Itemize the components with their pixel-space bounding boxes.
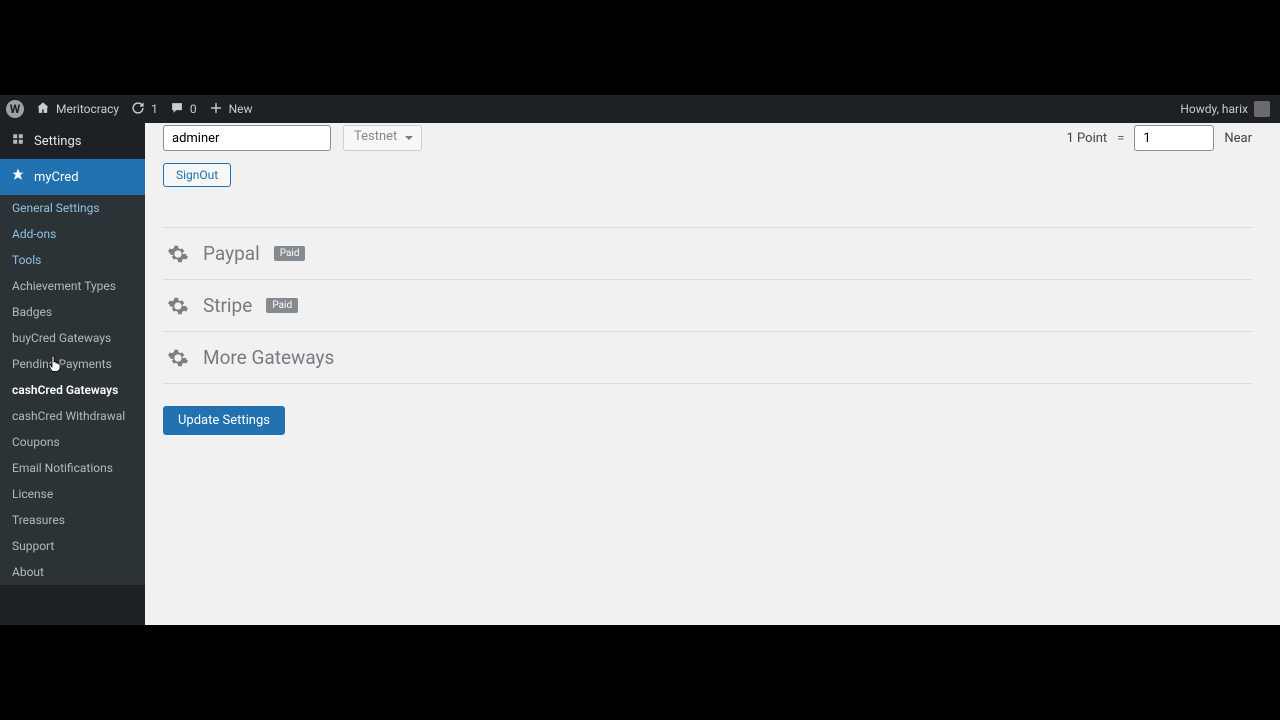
equals-sign: = — [1117, 131, 1124, 146]
account-link[interactable]: Howdy, harix — [1180, 101, 1270, 117]
exchange-rate-input[interactable] — [1134, 125, 1214, 151]
sidebar-subitem[interactable]: Tools — [0, 247, 145, 273]
network-select[interactable]: Testnet — [343, 125, 422, 151]
exchange-rate-row: 1 Point = Near — [1067, 125, 1252, 151]
exchange-currency: Near — [1224, 131, 1252, 146]
admin-sidebar: Settings myCred General SettingsAdd-onsT… — [0, 123, 145, 625]
main-content: Testnet 1 Point = Near SignOut Paypal Pa… — [145, 123, 1270, 625]
updates-count: 1 — [151, 102, 158, 116]
site-name-link[interactable]: Meritocracy — [36, 101, 119, 118]
sidebar-subitem[interactable]: Email Notifications — [0, 455, 145, 481]
exchange-left-label: 1 Point — [1067, 131, 1108, 146]
comment-icon — [170, 101, 184, 118]
site-name: Meritocracy — [56, 102, 119, 116]
gear-icon — [167, 295, 189, 317]
home-icon — [36, 101, 50, 118]
gateway-sections: Paypal Paid Stripe Paid More Gateways — [163, 227, 1252, 384]
admin-toolbar: W Meritocracy 1 0 — [0, 95, 1280, 123]
sidebar-subitem[interactable]: License — [0, 481, 145, 507]
mycred-submenu: General SettingsAdd-onsToolsAchievement … — [0, 195, 145, 585]
gear-icon — [167, 243, 189, 265]
wp-logo[interactable]: W — [6, 100, 24, 118]
mycred-icon — [10, 167, 26, 187]
sidebar-subitem[interactable]: About — [0, 559, 145, 585]
comments-link[interactable]: 0 — [170, 101, 197, 118]
howdy-text: Howdy, harix — [1180, 102, 1248, 116]
sidebar-subitem[interactable]: Treasures — [0, 507, 145, 533]
sidebar-subitem[interactable]: Achievement Types — [0, 273, 145, 299]
settings-icon — [10, 131, 26, 151]
settings-top-row: Testnet 1 Point = Near — [163, 123, 1252, 151]
gateway-title: Stripe — [203, 294, 252, 317]
gateway-title: More Gateways — [203, 346, 334, 369]
sidebar-subitem[interactable]: buyCred Gateways — [0, 325, 145, 351]
gateway-title: Paypal — [203, 242, 260, 265]
adminer-input[interactable] — [163, 125, 331, 151]
wordpress-icon: W — [6, 100, 24, 118]
mycred-label: myCred — [34, 170, 79, 185]
paid-badge: Paid — [274, 246, 306, 261]
network-selected: Testnet — [354, 129, 397, 144]
paid-badge: Paid — [266, 298, 298, 313]
sidebar-subitem[interactable]: General Settings — [0, 195, 145, 221]
new-label: New — [229, 102, 253, 116]
sidebar-subitem[interactable]: Add-ons — [0, 221, 145, 247]
gateway-section[interactable]: Stripe Paid — [163, 279, 1252, 331]
new-content-link[interactable]: New — [209, 101, 253, 118]
avatar-icon — [1254, 101, 1270, 117]
sidebar-subitem[interactable]: Pending Payments — [0, 351, 145, 377]
settings-label: Settings — [34, 134, 81, 149]
sidebar-item-mycred[interactable]: myCred — [0, 159, 145, 195]
comments-count: 0 — [190, 102, 197, 116]
sidebar-item-settings[interactable]: Settings — [0, 123, 145, 159]
sidebar-subitem[interactable]: cashCred Gateways — [0, 377, 145, 403]
gateway-section[interactable]: Paypal Paid — [163, 227, 1252, 279]
updates-link[interactable]: 1 — [131, 101, 158, 118]
plus-icon — [209, 101, 223, 118]
sidebar-subitem[interactable]: Badges — [0, 299, 145, 325]
sidebar-subitem[interactable]: Coupons — [0, 429, 145, 455]
gear-icon — [167, 347, 189, 369]
sidebar-subitem[interactable]: Support — [0, 533, 145, 559]
sidebar-subitem[interactable]: cashCred Withdrawal — [0, 403, 145, 429]
signout-button[interactable]: SignOut — [163, 163, 231, 187]
update-icon — [131, 101, 145, 118]
gateway-section[interactable]: More Gateways — [163, 331, 1252, 384]
update-settings-button[interactable]: Update Settings — [163, 406, 285, 435]
